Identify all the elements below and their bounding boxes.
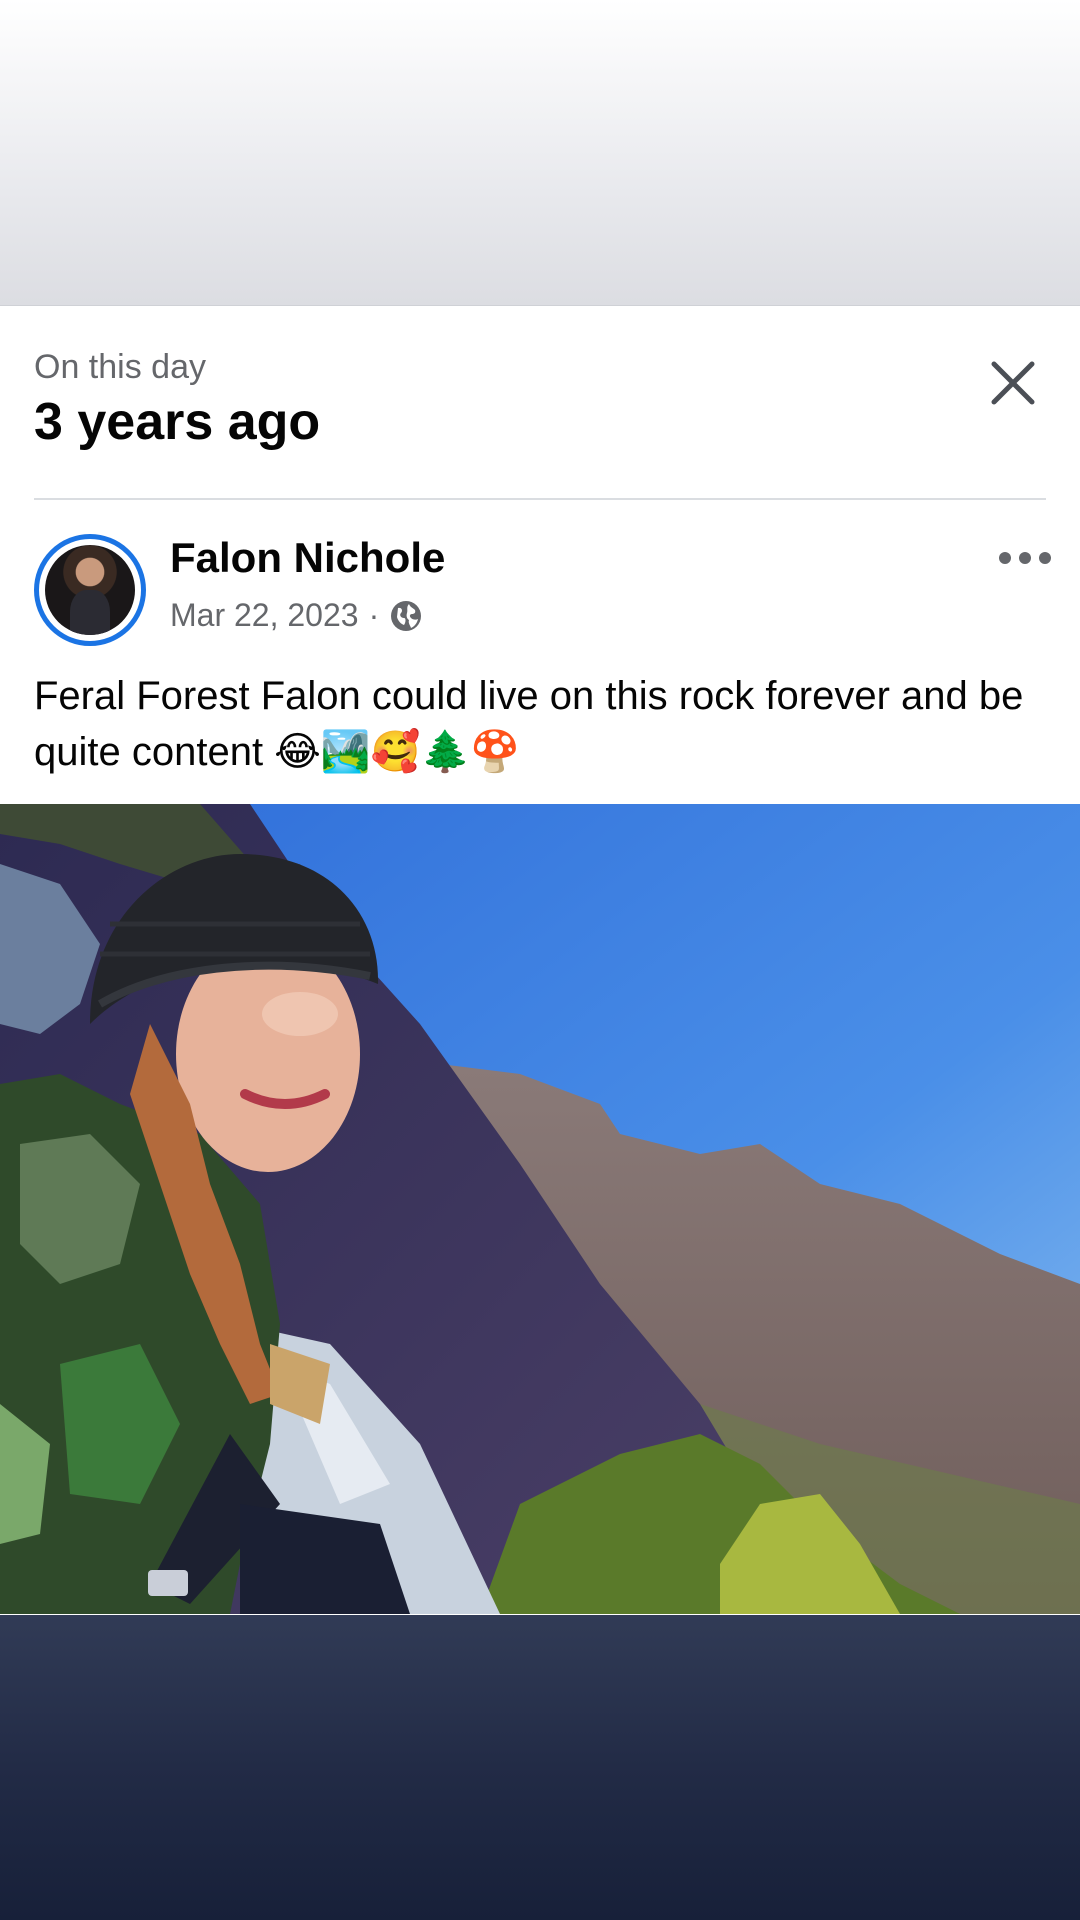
close-icon xyxy=(991,361,1035,405)
close-button[interactable] xyxy=(978,348,1048,418)
avatar[interactable] xyxy=(34,534,146,646)
post-photo[interactable] xyxy=(0,804,1080,1614)
post-text: Feral Forest Falon could live on this ro… xyxy=(34,674,1024,774)
more-options-button[interactable] xyxy=(990,538,1060,578)
memory-eyebrow: On this day xyxy=(34,348,206,386)
more-options-icon xyxy=(999,552,1051,564)
author-name[interactable]: Falon Nichole xyxy=(170,534,445,582)
divider xyxy=(34,498,1046,500)
meta-separator: · xyxy=(368,597,380,633)
background-scrim-top[interactable] xyxy=(0,0,1080,306)
memory-sheet: On this day 3 years ago Falon Nichole Ma… xyxy=(0,306,1080,1615)
avatar-photo xyxy=(45,545,135,635)
globe-icon xyxy=(391,600,422,631)
memory-title: 3 years ago xyxy=(34,393,321,451)
post-date[interactable]: Mar 22, 2023 xyxy=(170,597,359,634)
post-photo-image xyxy=(0,804,1080,1614)
background-scrim-bottom[interactable] xyxy=(0,1615,1080,1920)
post-meta: Mar 22, 2023 · xyxy=(170,597,423,634)
